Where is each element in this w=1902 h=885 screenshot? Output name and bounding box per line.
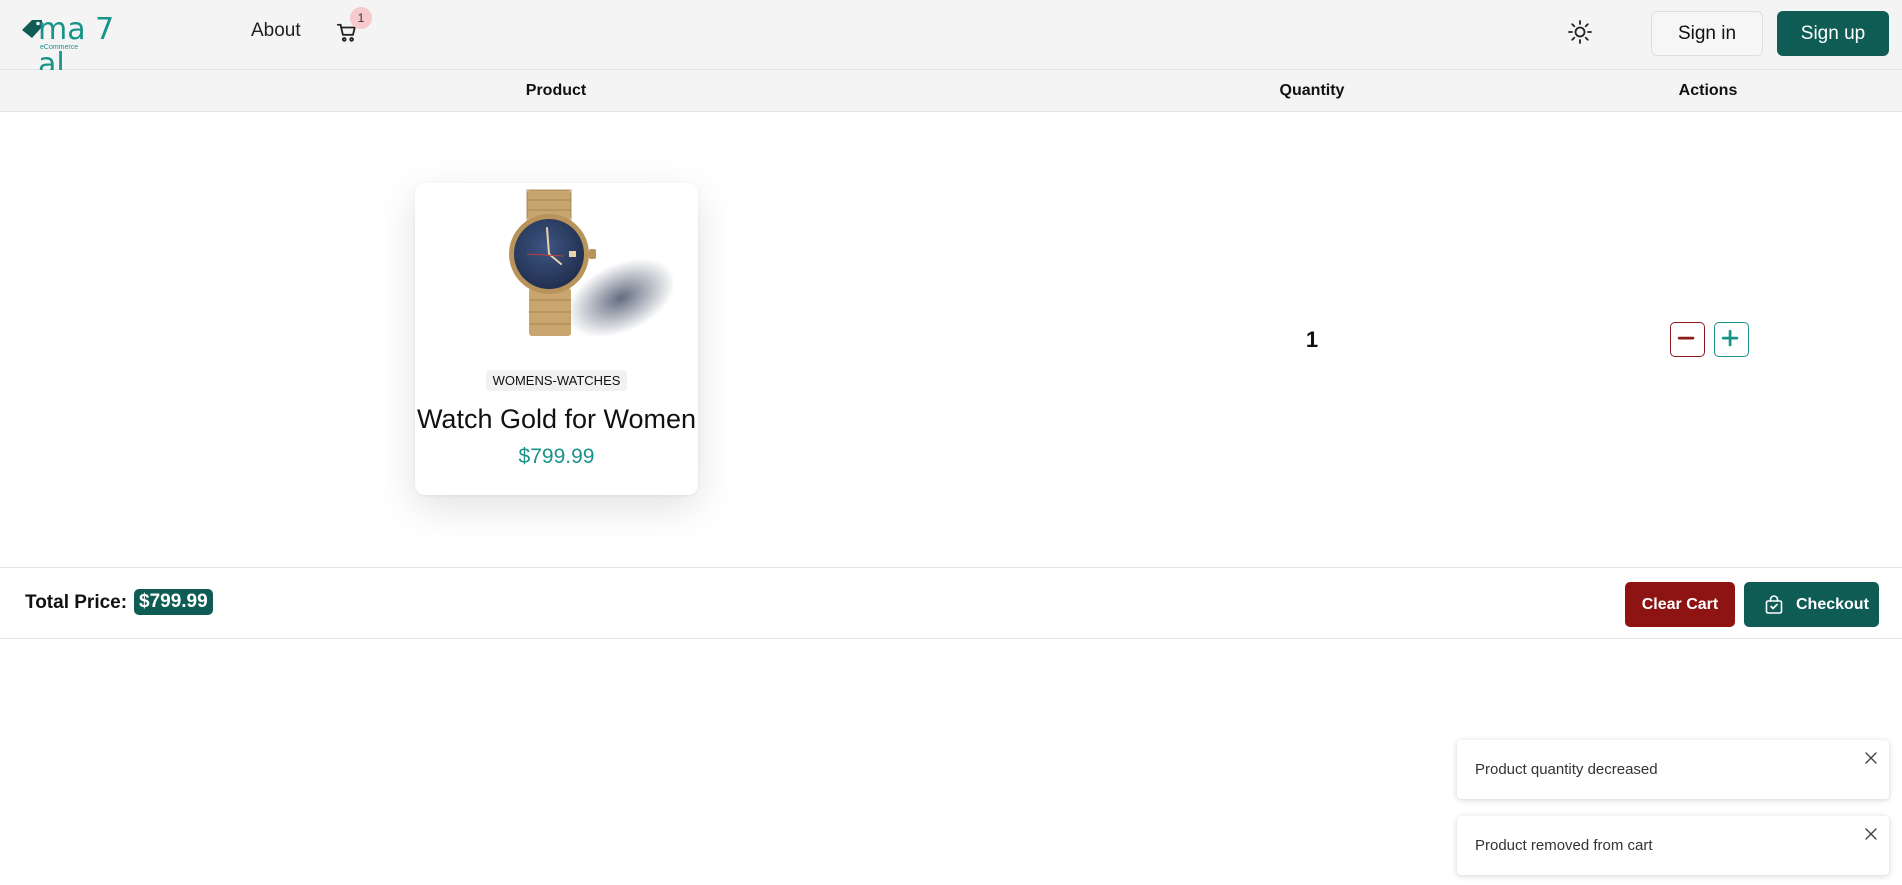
cart-table-header: Product Quantity Actions bbox=[0, 70, 1902, 112]
minus-icon bbox=[1677, 336, 1695, 340]
plus-icon bbox=[1721, 329, 1739, 347]
close-icon[interactable] bbox=[1863, 826, 1879, 842]
total-price-value: $799.99 bbox=[134, 589, 213, 615]
checkout-label: Checkout bbox=[1796, 596, 1869, 613]
sun-icon[interactable] bbox=[1566, 18, 1594, 46]
logo-subtitle: eCommerce bbox=[40, 44, 79, 51]
brand-logo[interactable]: ma 7 al eCommerce bbox=[20, 10, 150, 82]
product-price: $799.99 bbox=[518, 445, 595, 468]
increase-quantity-button[interactable] bbox=[1714, 322, 1749, 357]
product-image bbox=[509, 189, 673, 338]
product-name[interactable]: Watch Gold for Women bbox=[417, 404, 696, 435]
column-header-product: Product bbox=[525, 82, 587, 99]
top-navbar: ma 7 al eCommerce About 1 Sign in Sign u… bbox=[0, 0, 1902, 82]
close-icon[interactable] bbox=[1863, 750, 1879, 766]
column-header-actions: Actions bbox=[1678, 82, 1738, 99]
product-card[interactable]: WOMENS-WATCHES Watch Gold for Women $799… bbox=[415, 183, 698, 495]
toast-notification: Product quantity decreased bbox=[1457, 740, 1889, 799]
quantity-value: 1 bbox=[1305, 327, 1319, 352]
total-price-label: Total Price: bbox=[25, 592, 128, 613]
shopping-bag-icon bbox=[1765, 595, 1783, 614]
nav-about-link[interactable]: About bbox=[251, 20, 301, 42]
decrease-quantity-button[interactable] bbox=[1670, 322, 1705, 357]
checkout-button[interactable]: Checkout bbox=[1744, 582, 1879, 627]
cart-summary-bar: Total Price: $799.99 Clear Cart Checkout bbox=[0, 567, 1902, 639]
clear-cart-button[interactable]: Clear Cart bbox=[1625, 582, 1735, 627]
toast-notification: Product removed from cart bbox=[1457, 816, 1889, 875]
sign-up-button[interactable]: Sign up bbox=[1777, 11, 1889, 56]
column-header-quantity: Quantity bbox=[1279, 82, 1345, 99]
toast-message: Product removed from cart bbox=[1475, 837, 1653, 854]
toast-message: Product quantity decreased bbox=[1475, 761, 1658, 778]
cart-count-badge: 1 bbox=[350, 7, 372, 29]
sign-in-button[interactable]: Sign in bbox=[1651, 11, 1763, 56]
category-badge: WOMENS-WATCHES bbox=[485, 370, 628, 391]
